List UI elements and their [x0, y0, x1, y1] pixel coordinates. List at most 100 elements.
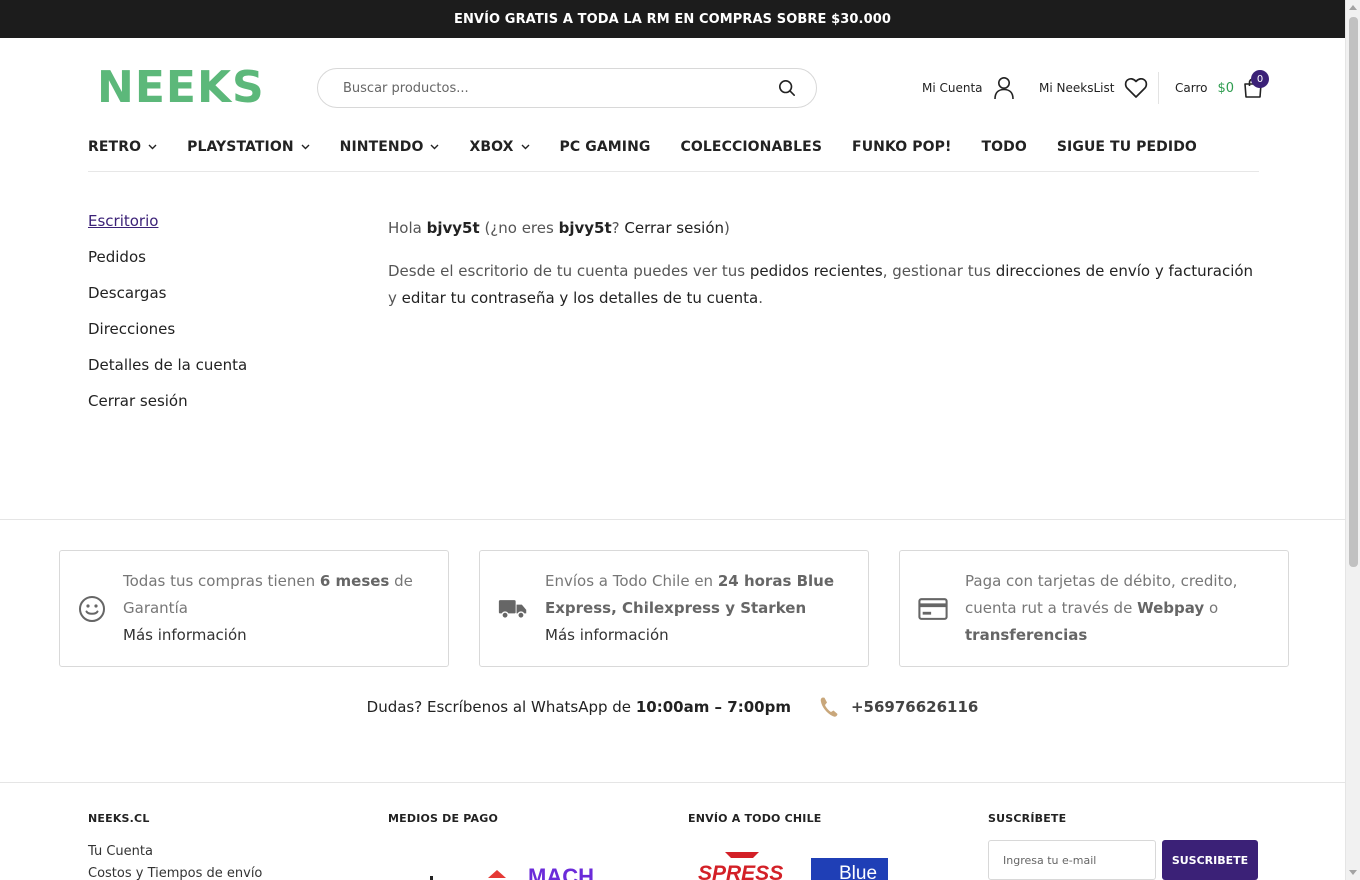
greeting-question-mark: ?	[611, 219, 620, 237]
feature-payment-bold2: transferencias	[965, 626, 1088, 644]
feature-warranty-pre: Todas tus compras tienen	[123, 572, 316, 590]
dashboard-intro: Desde el escritorio de tu cuenta puedes …	[388, 258, 1263, 312]
greeting-logout-link[interactable]: Cerrar sesión	[624, 219, 724, 237]
newsletter-subscribe-button[interactable]: SUSCRIBETE	[1162, 840, 1258, 880]
nav-item-playstation[interactable]: PLAYSTATION	[187, 139, 310, 155]
footer-col-subscribe-title: SUSCRÍBETE	[988, 812, 1067, 825]
feature-warranty: Todas tus compras tienen 6 meses de Gara…	[59, 550, 449, 667]
wishlist-link[interactable]: Mi NeeksList	[1039, 75, 1148, 101]
nav-item-pc-gaming[interactable]: PC GAMING	[560, 139, 651, 155]
footer-col-payment: MEDIOS DE PAGO	[388, 812, 498, 841]
smiley-icon	[78, 595, 106, 623]
account-dashboard-content: Hola bjvy5t (¿no eres bjvy5t? Cerrar ses…	[388, 215, 1263, 328]
recent-orders-link[interactable]: pedidos recientes	[750, 262, 883, 280]
cart-label: Carro	[1175, 81, 1208, 95]
page-scrollbar[interactable]	[1345, 0, 1360, 880]
nav-item-retro[interactable]: RETRO	[88, 139, 157, 155]
search-input[interactable]	[343, 80, 778, 96]
account-nav-dashboard[interactable]: Escritorio	[88, 210, 247, 246]
scroll-up-arrow-icon[interactable]	[1349, 5, 1357, 10]
cart-count-badge: 0	[1251, 70, 1269, 88]
my-account-label: Mi Cuenta	[922, 81, 983, 95]
whatsapp-text: Dudas? Escríbenos al WhatsApp de	[366, 698, 632, 716]
nav-item-coleccionables[interactable]: COLECCIONABLES	[681, 139, 823, 155]
account-nav-logout[interactable]: Cerrar sesión	[88, 390, 247, 426]
promo-text: ENVÍO GRATIS A TODA LA RM EN COMPRAS SOB…	[453, 11, 892, 27]
addresses-link[interactable]: direcciones de envío y facturación	[996, 262, 1253, 280]
nav-item-funko-pop[interactable]: FUNKO POP!	[852, 139, 951, 155]
nav-item-label: XBOX	[469, 139, 514, 155]
greeting-hello: Hola	[388, 219, 422, 237]
feature-warranty-bold: 6 meses	[319, 572, 390, 590]
feature-shipping-more-link[interactable]: Más información	[545, 622, 848, 649]
nav-item-todo[interactable]: TODO	[981, 139, 1026, 155]
chevron-down-icon	[148, 144, 157, 150]
nav-divider	[88, 171, 1259, 172]
feature-payment-text: Paga con tarjetas de débito, credito, cu…	[965, 568, 1268, 649]
footer-link-shipping-costs[interactable]: Costos y Tiempos de envío	[88, 863, 262, 880]
feature-payment: Paga con tarjetas de débito, credito, cu…	[899, 550, 1289, 667]
truck-icon	[498, 596, 528, 622]
intro-text-2: , gestionar tus	[882, 262, 991, 280]
account-nav-orders[interactable]: Pedidos	[88, 246, 247, 282]
main-nav: RETRO PLAYSTATION NINTENDO XBOX PC GAMING COL…	[88, 136, 1227, 158]
nav-item-label: TODO	[981, 139, 1027, 155]
shipping-logos: SPRESS Blue	[697, 849, 892, 880]
whatsapp-hours: 10:00am – 7:00pm	[635, 698, 791, 716]
account-navigation: Escritorio Pedidos Descargas Direcciones…	[88, 210, 247, 426]
nav-item-nintendo[interactable]: NINTENDO	[340, 139, 440, 155]
nav-item-xbox[interactable]: XBOX	[469, 139, 530, 155]
search-icon[interactable]	[778, 79, 796, 97]
chevron-down-icon	[301, 144, 310, 150]
footer-col-neeks: NEEKS.CL Tu Cuenta Costos y Tiempos de e…	[88, 812, 262, 880]
scroll-down-arrow-icon[interactable]	[1349, 870, 1357, 875]
feature-shipping: Envíos a Todo Chile en 24 horas Blue Exp…	[479, 550, 869, 667]
newsletter-email-input[interactable]	[988, 840, 1156, 880]
edit-account-link[interactable]: editar tu contraseña y los detalles de t…	[402, 289, 759, 307]
header-divider	[1158, 72, 1159, 104]
footer-col-subscribe: SUSCRÍBETE	[988, 812, 1066, 841]
nav-item-label: PLAYSTATION	[187, 139, 294, 155]
nav-item-label: NINTENDO	[339, 139, 424, 155]
wishlist-label: Mi NeeksList	[1039, 81, 1115, 95]
feature-payment-post: o	[1208, 599, 1219, 617]
nav-item-sigue-tu-pedido[interactable]: SIGUE TU PEDIDO	[1057, 139, 1197, 155]
greeting: Hola bjvy5t (¿no eres bjvy5t? Cerrar ses…	[388, 215, 1263, 242]
nav-item-label: SIGUE TU PEDIDO	[1056, 139, 1197, 155]
promo-bar: ENVÍO GRATIS A TODA LA RM EN COMPRAS SOB…	[0, 0, 1345, 38]
site-logo[interactable]: NEEKS	[97, 66, 265, 110]
footer-col-neeks-title: NEEKS.CL	[88, 812, 150, 825]
greeting-username: bjvy5t	[426, 219, 480, 237]
greeting-not-you: (¿no eres	[484, 219, 554, 237]
mach-logo-text: MACH	[528, 864, 594, 880]
scroll-thumb[interactable]	[1349, 17, 1358, 567]
feature-warranty-more-link[interactable]: Más información	[123, 622, 428, 649]
footer-divider	[0, 782, 1345, 783]
phone-icon	[819, 696, 839, 718]
whatsapp-phone-number: +56976626116	[850, 698, 979, 716]
footer-link-account[interactable]: Tu Cuenta	[88, 841, 262, 863]
heart-icon	[1124, 77, 1148, 99]
whatsapp-contact: Dudas? Escríbenos al WhatsApp de 10:00am…	[0, 696, 1345, 718]
feature-shipping-text: Envíos a Todo Chile en 24 horas Blue Exp…	[545, 568, 848, 649]
account-nav-downloads[interactable]: Descargas	[88, 282, 247, 318]
feature-shipping-pre: Envíos a Todo Chile en	[545, 572, 714, 590]
credit-card-icon	[918, 597, 948, 621]
chevron-down-icon	[521, 144, 530, 150]
feature-warranty-text: Todas tus compras tienen 6 meses de Gara…	[123, 568, 428, 649]
footer-col-shipping: ENVÍO A TODO CHILE	[688, 812, 822, 841]
my-account-link[interactable]: Mi Cuenta	[922, 75, 1015, 101]
newsletter-form: SUSCRIBETE	[988, 840, 1258, 880]
whatsapp-phone[interactable]: +56976626116	[819, 696, 978, 718]
intro-text-3: y	[388, 289, 397, 307]
nav-item-label: RETRO	[88, 139, 142, 155]
account-nav-addresses[interactable]: Direcciones	[88, 318, 247, 354]
greeting-close-paren: )	[724, 219, 730, 237]
greeting-not-you-user: bjvy5t	[558, 219, 612, 237]
payment-logos: MACH	[420, 862, 630, 880]
search-bar[interactable]	[317, 68, 817, 108]
account-nav-details[interactable]: Detalles de la cuenta	[88, 354, 247, 390]
nav-item-label: PC GAMING	[559, 139, 651, 155]
cart-total: $0	[1217, 80, 1235, 96]
nav-item-label: FUNKO POP!	[852, 139, 952, 155]
